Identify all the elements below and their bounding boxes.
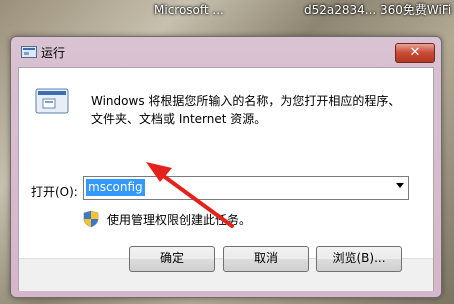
open-label: 打开(O): — [31, 185, 78, 199]
open-input-value[interactable]: msconfig — [86, 179, 145, 196]
ok-button[interactable]: 确定 — [129, 246, 215, 272]
shield-icon — [83, 210, 99, 228]
wifi-name-label[interactable]: 360免费WiFi — [380, 0, 451, 20]
dialog-title: 运行 — [41, 46, 66, 60]
description-line-1: Windows 将根据您所输入的名称，为您打开相应的程序、 — [91, 94, 401, 108]
run-dialog-icon — [35, 88, 69, 114]
title-bar[interactable]: 运行 ✕ — [11, 37, 441, 67]
run-dialog: 运行 ✕ Windows 将根据您所输入的名称，为您打开相应的程序、 文件夹、文… — [10, 36, 442, 298]
browse-button[interactable]: 浏览(B)... — [316, 246, 402, 272]
cancel-button[interactable]: 取消 — [223, 246, 309, 272]
run-app-icon — [21, 46, 37, 58]
admin-privilege-note: 使用管理权限创建此任务。 — [107, 213, 252, 227]
description-line-2: 文件夹、文档或 Internet 资源。 — [91, 112, 267, 126]
dialog-description: Windows 将根据您所输入的名称，为您打开相应的程序、 文件夹、文档或 In… — [91, 92, 421, 128]
wifi-id-label[interactable]: d52a2834... — [304, 0, 376, 20]
taskbar-app-label[interactable]: Microsoft ... — [154, 0, 224, 20]
open-combobox[interactable]: msconfig — [83, 176, 409, 200]
chevron-down-icon[interactable] — [396, 183, 404, 188]
close-button[interactable]: ✕ — [395, 43, 435, 63]
